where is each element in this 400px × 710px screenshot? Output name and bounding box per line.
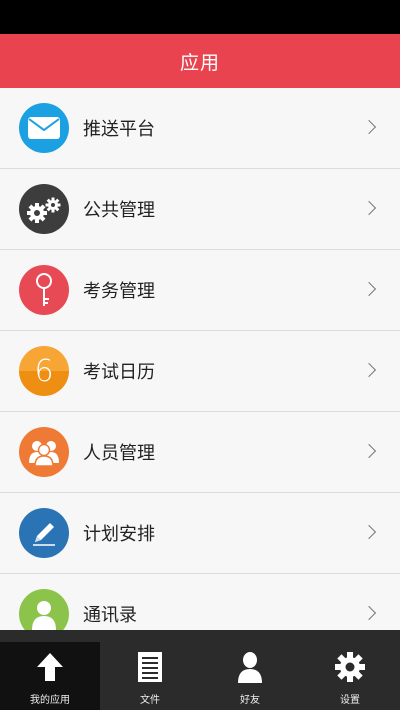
tab-label: 设置 xyxy=(340,695,360,706)
app-list: 推送平台 公共管理 考务管理 6 考试日历 人员管理 计划安排 通讯录 xyxy=(0,88,400,630)
app-header: 应用 xyxy=(0,34,400,88)
list-item-personnel-management[interactable]: 人员管理 xyxy=(0,412,400,493)
mail-icon xyxy=(19,103,69,153)
contact-icon xyxy=(19,589,69,630)
tabbar-top-edge xyxy=(0,630,400,642)
people-icon xyxy=(19,427,69,477)
list-item-label: 计划安排 xyxy=(83,524,155,545)
list-item-label: 人员管理 xyxy=(83,443,155,464)
tab-label: 文件 xyxy=(140,695,160,706)
list-item-public-management[interactable]: 公共管理 xyxy=(0,169,400,250)
list-item-label: 推送平台 xyxy=(83,119,155,140)
person-icon xyxy=(236,647,264,687)
up-arrow-icon xyxy=(35,647,65,687)
list-item-label: 通讯录 xyxy=(83,605,137,626)
key-icon xyxy=(19,265,69,315)
tab-label: 我的应用 xyxy=(30,695,70,706)
gear-icon xyxy=(334,647,366,687)
list-item-exam-affairs[interactable]: 考务管理 xyxy=(0,250,400,331)
list-item-contacts[interactable]: 通讯录 xyxy=(0,574,400,630)
tab-my-apps[interactable]: 我的应用 xyxy=(0,642,100,710)
list-item-label: 考试日历 xyxy=(83,362,155,383)
tab-settings[interactable]: 设置 xyxy=(300,642,400,710)
bottom-tab-bar: 我的应用 文件 好友 设置 xyxy=(0,642,400,710)
document-icon xyxy=(137,647,163,687)
page-title: 应用 xyxy=(179,51,220,74)
gears-icon xyxy=(19,184,69,234)
tab-friends[interactable]: 好友 xyxy=(200,642,300,710)
list-item-label: 考务管理 xyxy=(83,281,155,302)
tab-label: 好友 xyxy=(240,695,260,706)
calendar-six-icon: 6 xyxy=(19,346,69,396)
list-item-push-platform[interactable]: 推送平台 xyxy=(0,88,400,169)
list-item-exam-calendar[interactable]: 6 考试日历 xyxy=(0,331,400,412)
list-item-schedule[interactable]: 计划安排 xyxy=(0,493,400,574)
tab-files[interactable]: 文件 xyxy=(100,642,200,710)
status-bar xyxy=(0,0,400,34)
calendar-number: 6 xyxy=(34,353,54,389)
pen-icon xyxy=(19,508,69,558)
list-item-label: 公共管理 xyxy=(83,200,155,221)
